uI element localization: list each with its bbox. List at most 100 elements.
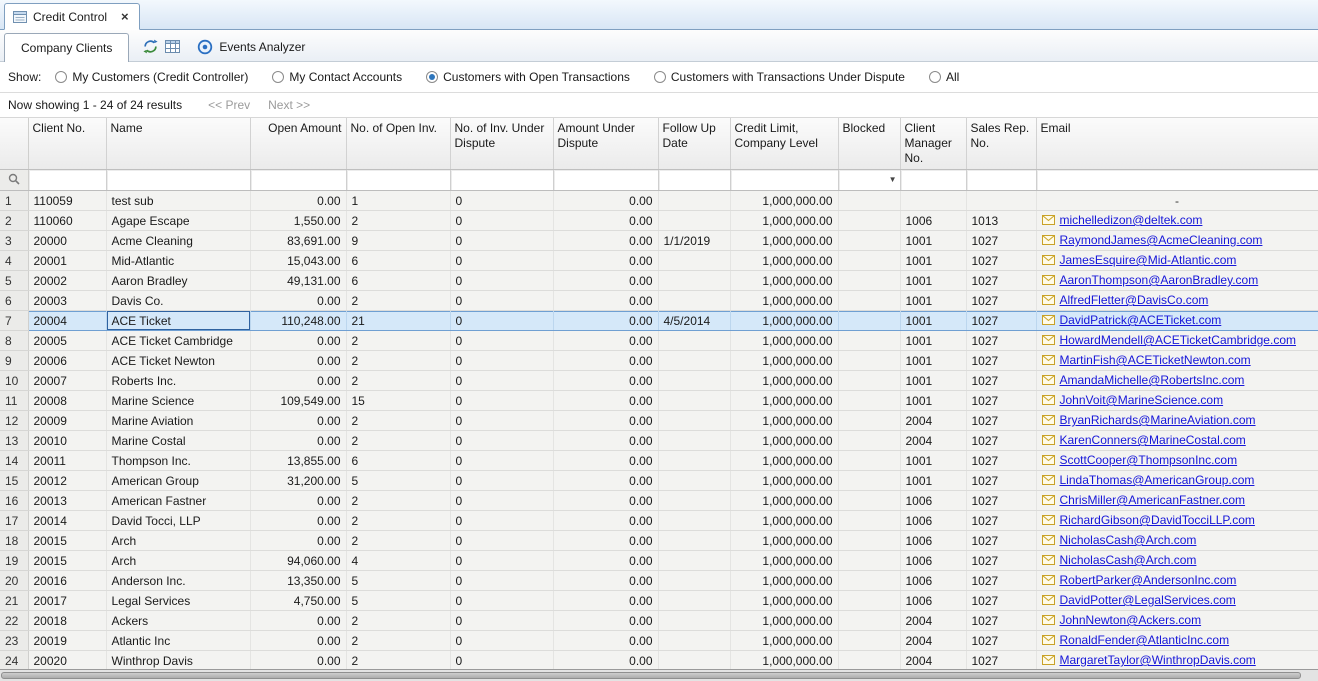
email-link[interactable]: LindaThomas@AmericanGroup.com: [1060, 473, 1255, 487]
cell-amount_under_dispute: 0.00: [553, 271, 658, 291]
email-link[interactable]: JohnNewton@Ackers.com: [1060, 613, 1202, 627]
filter-input-open_amount[interactable]: [250, 170, 346, 191]
filter-input-client_no[interactable]: [28, 170, 106, 191]
email-link[interactable]: MartinFish@ACETicketNewton.com: [1060, 353, 1251, 367]
email-link[interactable]: JamesEsquire@Mid-Atlantic.com: [1060, 253, 1237, 267]
table-row[interactable]: 520002Aaron Bradley49,131.00600.001,000,…: [0, 271, 1318, 291]
filter-input-client_manager_no[interactable]: [900, 170, 966, 191]
table-row[interactable]: 2110060Agape Escape1,550.00200.001,000,0…: [0, 211, 1318, 231]
col-header-blocked[interactable]: Blocked: [838, 118, 900, 170]
table-row[interactable]: 2020016Anderson Inc.13,350.00500.001,000…: [0, 571, 1318, 591]
email-link[interactable]: RichardGibson@DavidTocciLLP.com: [1060, 513, 1255, 527]
filter-input-inv_under_dispute[interactable]: [450, 170, 553, 191]
col-header-open_amount[interactable]: Open Amount: [250, 118, 346, 170]
show-option-1[interactable]: My Contact Accounts: [272, 70, 402, 84]
table-row[interactable]: 1520012American Group31,200.00500.001,00…: [0, 471, 1318, 491]
tab-credit-control[interactable]: Credit Control ×: [4, 3, 140, 30]
radio-icon[interactable]: [654, 71, 666, 83]
cell-sales_rep_no: 1027: [966, 271, 1036, 291]
table-row[interactable]: 920006ACE Ticket Newton0.00200.001,000,0…: [0, 351, 1318, 371]
email-link[interactable]: BryanRichards@MarineAviation.com: [1060, 413, 1256, 427]
filter-input-follow_up_date[interactable]: [658, 170, 730, 191]
cell-client_no: 20014: [28, 511, 106, 531]
dropdown-arrow-icon[interactable]: ▼: [889, 176, 897, 184]
refresh-icon[interactable]: [139, 35, 161, 57]
tab-company-clients[interactable]: Company Clients: [4, 33, 129, 62]
email-link[interactable]: ScottCooper@ThompsonInc.com: [1060, 453, 1238, 467]
table-row[interactable]: 2320019Atlantic Inc0.00200.001,000,000.0…: [0, 631, 1318, 651]
filter-input-blocked[interactable]: ▼: [838, 170, 900, 191]
filter-input-open_inv[interactable]: [346, 170, 450, 191]
table-row[interactable]: 1620013American Fastner0.00200.001,000,0…: [0, 491, 1318, 511]
radio-icon[interactable]: [929, 71, 941, 83]
cell-amount_under_dispute: 0.00: [553, 191, 658, 211]
table-row[interactable]: 2420020Winthrop Davis0.00200.001,000,000…: [0, 651, 1318, 670]
table-row[interactable]: 1020007Roberts Inc.0.00200.001,000,000.0…: [0, 371, 1318, 391]
col-header-sales_rep_no[interactable]: Sales Rep. No.: [966, 118, 1036, 170]
col-header-email[interactable]: Email: [1036, 118, 1318, 170]
table-row[interactable]: 320000Acme Cleaning83,691.00900.001/1/20…: [0, 231, 1318, 251]
table-row[interactable]: 2220018Ackers0.00200.001,000,000.0020041…: [0, 611, 1318, 631]
email-link[interactable]: RonaldFender@AtlanticInc.com: [1060, 633, 1230, 647]
table-row[interactable]: 1720014David Tocci, LLP0.00200.001,000,0…: [0, 511, 1318, 531]
email-link[interactable]: NicholasCash@Arch.com: [1060, 533, 1197, 547]
email-link[interactable]: DavidPotter@LegalServices.com: [1060, 593, 1236, 607]
table-row[interactable]: 1320010Marine Costal0.00200.001,000,000.…: [0, 431, 1318, 451]
col-header-amount_under_dispute[interactable]: Amount Under Dispute: [553, 118, 658, 170]
col-header-client_no[interactable]: Client No.: [28, 118, 106, 170]
table-row[interactable]: 420001Mid-Atlantic15,043.00600.001,000,0…: [0, 251, 1318, 271]
table-row[interactable]: 1110059test sub0.00100.001,000,000.00-: [0, 191, 1318, 211]
email-link[interactable]: RobertParker@AndersonInc.com: [1060, 573, 1237, 587]
table-row[interactable]: 1220009Marine Aviation0.00200.001,000,00…: [0, 411, 1318, 431]
filter-input-email[interactable]: [1036, 170, 1318, 191]
search-icon[interactable]: [0, 170, 28, 191]
col-header-open_inv[interactable]: No. of Open Inv.: [346, 118, 450, 170]
filter-input-amount_under_dispute[interactable]: [553, 170, 658, 191]
email-link[interactable]: NicholasCash@Arch.com: [1060, 553, 1197, 567]
show-option-0[interactable]: My Customers (Credit Controller): [55, 70, 248, 84]
email-link[interactable]: MargaretTaylor@WinthropDavis.com: [1060, 653, 1256, 667]
filter-input-credit_limit[interactable]: [730, 170, 838, 191]
col-header-inv_under_dispute[interactable]: No. of Inv. Under Dispute: [450, 118, 553, 170]
email-link[interactable]: RaymondJames@AcmeCleaning.com: [1060, 233, 1263, 247]
table-row[interactable]: 1120008Marine Science109,549.001500.001,…: [0, 391, 1318, 411]
radio-selected-icon[interactable]: [426, 71, 438, 83]
table-row[interactable]: 1920015Arch94,060.00400.001,000,000.0010…: [0, 551, 1318, 571]
cell-inv_under_dispute: 0: [450, 591, 553, 611]
email-link[interactable]: DavidPatrick@ACETicket.com: [1060, 313, 1222, 327]
email-link[interactable]: AaronThompson@AaronBradley.com: [1060, 273, 1259, 287]
table-row[interactable]: 1820015Arch0.00200.001,000,000.001006102…: [0, 531, 1318, 551]
table-row[interactable]: 620003Davis Co.0.00200.001,000,000.00100…: [0, 291, 1318, 311]
scrollbar-thumb[interactable]: [1, 672, 1301, 679]
table-row[interactable]: 720004ACE Ticket110,248.002100.004/5/201…: [0, 311, 1318, 331]
prev-button[interactable]: << Prev: [208, 98, 250, 112]
table-row[interactable]: 820005ACE Ticket Cambridge0.00200.001,00…: [0, 331, 1318, 351]
next-button[interactable]: Next >>: [268, 98, 310, 112]
col-header-name[interactable]: Name: [106, 118, 250, 170]
email-link[interactable]: KarenConners@MarineCostal.com: [1060, 433, 1246, 447]
email-link[interactable]: JohnVoit@MarineScience.com: [1060, 393, 1224, 407]
filter-input-name[interactable]: [106, 170, 250, 191]
events-analyzer-button[interactable]: Events Analyzer: [191, 37, 311, 57]
cell-client_no: 20002: [28, 271, 106, 291]
col-header-follow_up_date[interactable]: Follow Up Date: [658, 118, 730, 170]
show-option-2[interactable]: Customers with Open Transactions: [426, 70, 630, 84]
email-link[interactable]: AmandaMichelle@RobertsInc.com: [1060, 373, 1245, 387]
col-header-credit_limit[interactable]: Credit Limit, Company Level: [730, 118, 838, 170]
email-link[interactable]: HowardMendell@ACETicketCambridge.com: [1060, 333, 1296, 347]
radio-icon[interactable]: [55, 71, 67, 83]
radio-icon[interactable]: [272, 71, 284, 83]
col-header-client_manager_no[interactable]: Client Manager No.: [900, 118, 966, 170]
show-option-4[interactable]: All: [929, 70, 959, 84]
email-link[interactable]: ChrisMiller@AmericanFastner.com: [1060, 493, 1246, 507]
show-option-3[interactable]: Customers with Transactions Under Disput…: [654, 70, 905, 84]
grid-view-icon[interactable]: [161, 35, 183, 57]
table-row[interactable]: 1420011Thompson Inc.13,855.00600.001,000…: [0, 451, 1318, 471]
email-link[interactable]: AlfredFletter@DavisCo.com: [1060, 293, 1209, 307]
email-link[interactable]: michelledizon@deltek.com: [1060, 213, 1203, 227]
results-count: Now showing 1 - 24 of 24 results: [8, 98, 182, 112]
filter-input-sales_rep_no[interactable]: [966, 170, 1036, 191]
horizontal-scrollbar[interactable]: [0, 669, 1318, 681]
table-row[interactable]: 2120017Legal Services4,750.00500.001,000…: [0, 591, 1318, 611]
close-tab-icon[interactable]: ×: [121, 10, 129, 23]
